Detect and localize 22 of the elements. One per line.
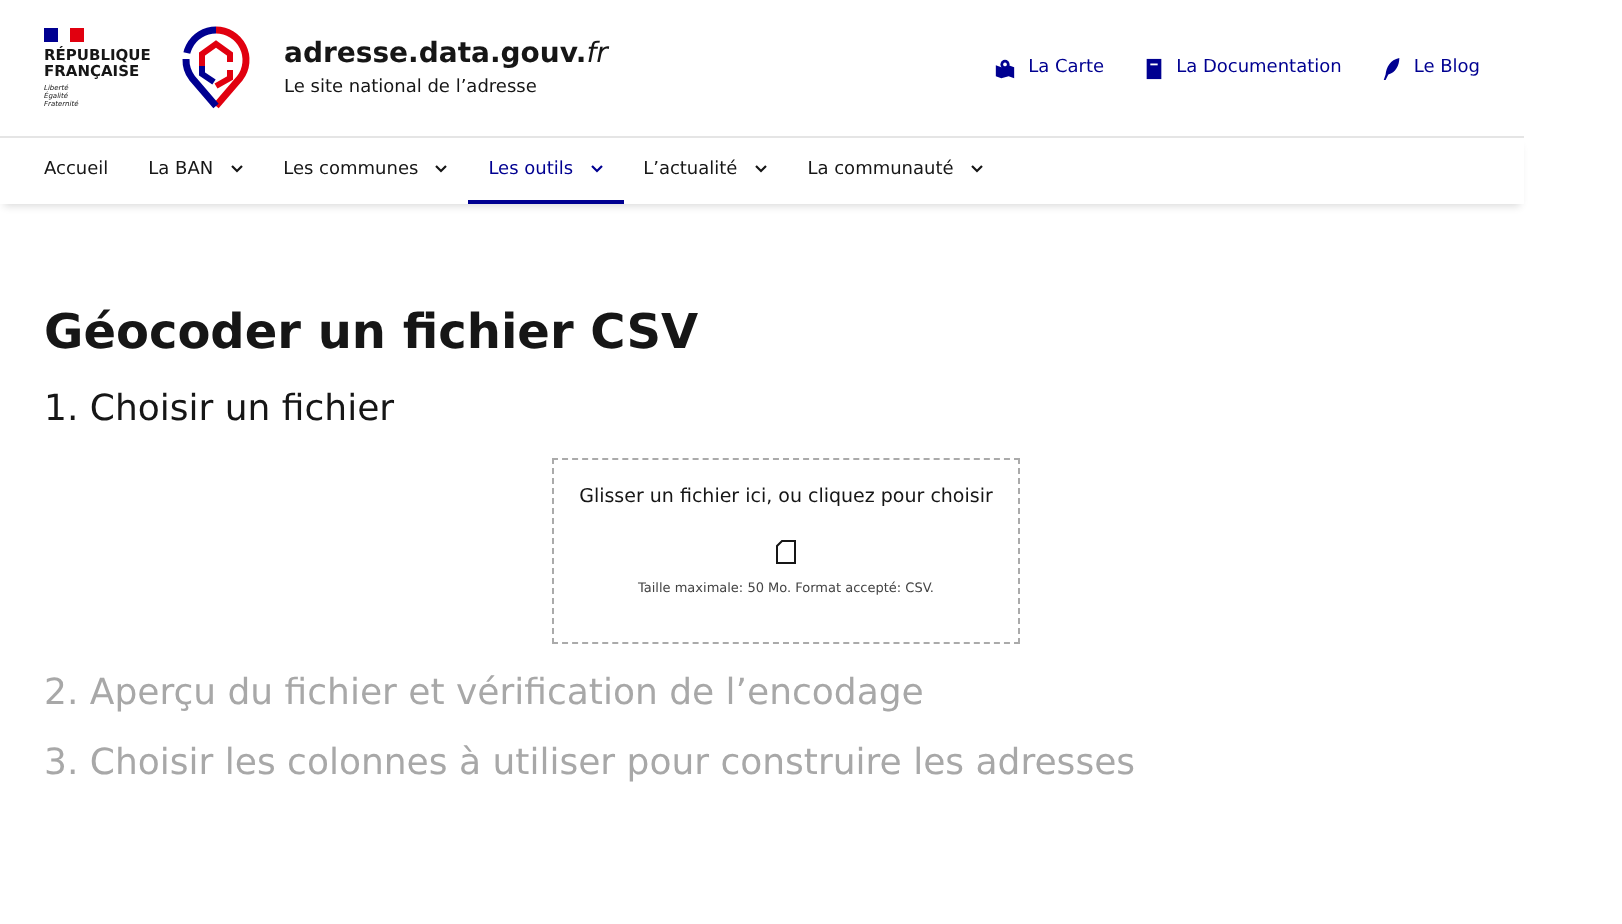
- flag-icon: [44, 27, 84, 42]
- header-link[interactable]: La Documentation: [1144, 57, 1342, 79]
- drop-prompt: Glisser un fichier ici, ou cliquez pour choisir: [579, 486, 993, 508]
- file-icon: [776, 540, 796, 564]
- site-tagline: Le site national de l’adresse: [284, 78, 539, 98]
- nav-tab[interactable]: L’actualité: [623, 138, 788, 204]
- page-title: Géocoder un fichier CSV: [44, 304, 701, 360]
- step-heading: 2. Aperçu du fichier et vérification de l’encodage: [44, 672, 926, 714]
- step-heading: 1. Choisir un fichier: [44, 388, 397, 430]
- nav-tab[interactable]: Les communes: [263, 138, 469, 204]
- nav-tab[interactable]: La BAN: [128, 138, 264, 204]
- nav-tab[interactable]: Accueil: [24, 138, 129, 204]
- header-link[interactable]: La Carte: [994, 57, 1105, 79]
- site-title[interactable]: adresse.data.gouv.fr: [284, 38, 608, 70]
- book-icon: [1144, 57, 1165, 79]
- nav-tab[interactable]: Les outils: [468, 138, 624, 204]
- header-link[interactable]: Le Blog: [1381, 57, 1480, 79]
- feather-icon: [1381, 57, 1402, 79]
- step-heading: 3. Choisir les colonnes à utiliser pour construire les adresses: [44, 742, 1138, 784]
- pin-logo-icon: [180, 26, 252, 110]
- nav-tab[interactable]: La communauté: [787, 138, 1004, 204]
- map-icon: [994, 57, 1017, 79]
